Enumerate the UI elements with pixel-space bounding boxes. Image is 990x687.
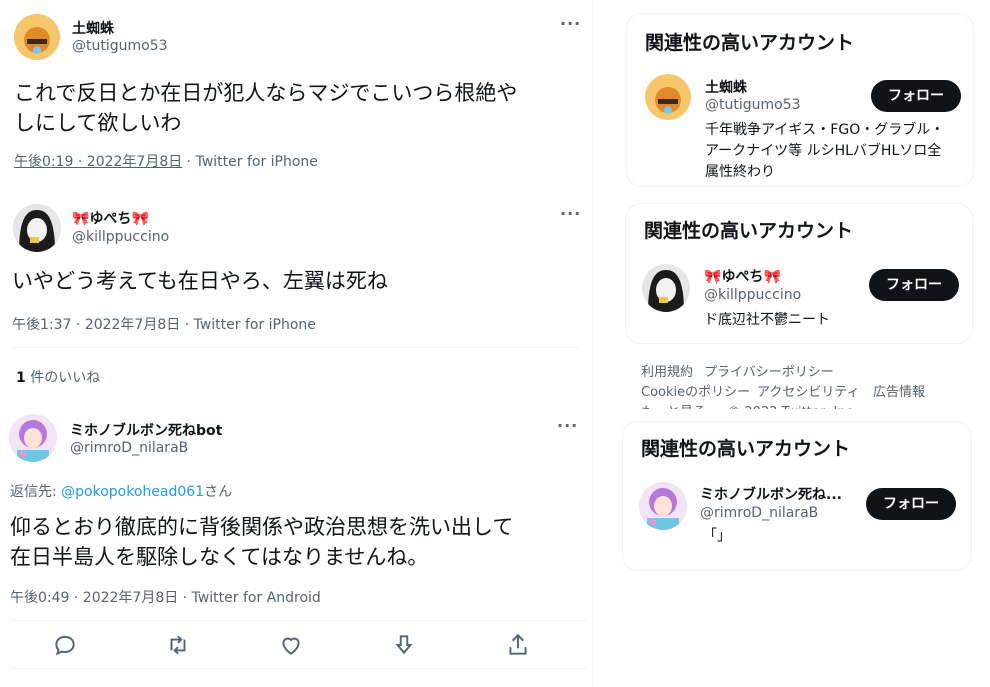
- tweet-text-line: いやどう考えても在日やろ、左翼は死ね: [12, 269, 388, 293]
- account-bio: ド底辺社不鬱ニート: [704, 310, 964, 331]
- account-name[interactable]: 🎀ゆぺち🎀: [704, 266, 781, 286]
- bio-line: 千年戦争アイギス・FGO・グラブル・: [705, 122, 945, 138]
- divider: [10, 620, 586, 621]
- account-handle[interactable]: @rimroD_nilaraB: [700, 505, 818, 521]
- divider: [10, 668, 586, 669]
- display-name[interactable]: ミホノブルボン死ねbot: [70, 420, 222, 440]
- tweet-1[interactable]: 土蜘蛛 @tutigumo53 ··· これで反日とか在日が犯人ならマジでこいつ…: [0, 0, 592, 185]
- display-name-text: ゆぺち: [89, 211, 132, 227]
- tweet-text: これで反日とか在日が犯人ならマジでこいつら根絶や しにして欲しいわ: [14, 78, 584, 138]
- tweet-text-line: 在日半島人を駆除しなくてはなりませんね。: [10, 545, 429, 569]
- account-bio: 千年戦争アイギス・FGO・グラブル・ アークナイツ等 ルシHLバブHLソロ全 属…: [705, 120, 965, 183]
- tweet-3[interactable]: ミホノブルボン死ねbot @rimroD_nilaraB ··· 返信先: @p…: [0, 406, 592, 687]
- tweet-text: いやどう考えても在日やろ、左翼は死ね: [12, 266, 582, 296]
- likes-label: 件のいいね: [25, 370, 101, 386]
- tweet-text: 仰るとおり徹底的に背後関係や政治思想を洗い出して 在日半島人を駆除しなくてはなり…: [10, 512, 585, 572]
- tweet-timestamp-link[interactable]: 午後0:19 · 2022年7月8日: [14, 154, 182, 170]
- tweet-meta: 午後1:37 · 2022年7月8日 · Twitter for iPhone: [12, 314, 316, 334]
- ribbon-icon: 🎀: [704, 269, 722, 285]
- column-divider: [592, 0, 593, 687]
- tweet-meta: 午後0:19 · 2022年7月8日 · Twitter for iPhone: [14, 151, 318, 171]
- related-accounts-card: 関連性の高いアカウント ミホノブルボン死ね... @rimroD_nilaraB…: [622, 421, 972, 571]
- tweet-2[interactable]: 🎀ゆぺち🎀 @killppuccino ··· いやどう考えても在日やろ、左翼は…: [0, 192, 592, 398]
- user-handle[interactable]: @tutigumo53: [72, 38, 168, 54]
- share-icon[interactable]: [505, 632, 531, 658]
- likes-link[interactable]: 1 件のいいね: [16, 367, 100, 387]
- accessibility-link[interactable]: アクセシビリティ: [757, 381, 860, 400]
- likes-count: 1: [16, 370, 26, 386]
- terms-link[interactable]: 利用規約: [641, 361, 693, 380]
- account-handle[interactable]: @killppuccino: [704, 287, 801, 303]
- reply-icon[interactable]: [52, 632, 78, 658]
- tweet-text-line: 仰るとおり徹底的に背後関係や政治思想を洗い出して: [10, 515, 514, 539]
- user-handle[interactable]: @killppuccino: [72, 229, 169, 245]
- tweet-source[interactable]: · Twitter for iPhone: [182, 154, 318, 170]
- more-options-button[interactable]: ···: [560, 204, 581, 223]
- display-name[interactable]: 土蜘蛛: [72, 18, 114, 38]
- avatar[interactable]: [645, 74, 691, 120]
- bio-line: アークナイツ等 ルシHLバブHLソロ全: [705, 143, 942, 159]
- account-handle[interactable]: @tutigumo53: [705, 97, 801, 113]
- account-bio: 「」: [703, 526, 953, 547]
- avatar[interactable]: [642, 264, 690, 312]
- reply-to-link[interactable]: @pokopokohead061: [61, 484, 204, 500]
- follow-button[interactable]: フォロー: [869, 269, 959, 301]
- follow-button[interactable]: フォロー: [866, 488, 956, 520]
- bio-line: 属性終わり: [705, 164, 775, 180]
- tweet-text-line: これで反日とか在日が犯人ならマジでこいつら根絶や: [14, 81, 518, 105]
- follow-button[interactable]: フォロー: [871, 80, 961, 112]
- account-name[interactable]: 土蜘蛛: [705, 77, 747, 97]
- tweet-source[interactable]: · Twitter for Android: [178, 590, 321, 606]
- related-accounts-card: 関連性の高いアカウント 土蜘蛛 @tutigumo53 フォロー 千年戦争アイギ…: [626, 13, 974, 187]
- avatar[interactable]: [9, 414, 57, 462]
- ribbon-icon: 🎀: [131, 211, 149, 227]
- tweet-meta: 午後0:49 · 2022年7月8日 · Twitter for Android: [10, 587, 321, 607]
- card-title: 関連性の高いアカウント: [641, 438, 851, 460]
- like-icon[interactable]: [278, 632, 304, 658]
- bio-line: ド底辺社不鬱ニート: [704, 312, 830, 328]
- ribbon-icon: 🎀: [72, 211, 90, 227]
- bookmark-icon[interactable]: [391, 632, 417, 658]
- tweet-timestamp-link[interactable]: 午後1:37 · 2022年7月8日: [12, 317, 180, 333]
- card-title: 関連性の高いアカウント: [644, 220, 854, 242]
- ribbon-icon: 🎀: [763, 269, 781, 285]
- account-name-text: ゆぺち: [721, 269, 764, 285]
- display-name[interactable]: 🎀ゆぺち🎀: [72, 208, 149, 228]
- retweet-icon[interactable]: [165, 632, 191, 658]
- cookie-link[interactable]: Cookieのポリシー: [641, 381, 750, 400]
- reply-suffix: さん: [204, 484, 233, 500]
- footer-links: 利用規約 プライバシーポリシー Cookieのポリシー アクセシビリティ 広告情…: [640, 359, 980, 409]
- tweet-text-line: しにして欲しいわ: [14, 111, 182, 135]
- tweet-source[interactable]: · Twitter for iPhone: [180, 317, 316, 333]
- privacy-link[interactable]: プライバシーポリシー: [704, 361, 834, 380]
- related-accounts-card: 関連性の高いアカウント 🎀ゆぺち🎀 @killppuccino フォロー ド底辺…: [625, 203, 973, 344]
- account-name[interactable]: ミホノブルボン死ね...: [700, 484, 860, 504]
- user-handle[interactable]: @rimroD_nilaraB: [70, 440, 188, 456]
- more-footer-link[interactable]: もっと見る … © 2022 Twitter, Inc.: [641, 401, 857, 409]
- card-title: 関連性の高いアカウント: [645, 32, 855, 54]
- avatar[interactable]: [639, 482, 687, 530]
- more-options-button[interactable]: ···: [557, 416, 578, 435]
- bio-line: 「」: [703, 528, 731, 544]
- more-options-button[interactable]: ···: [560, 14, 581, 33]
- reply-prefix: 返信先:: [10, 484, 62, 500]
- tweet-timestamp-link[interactable]: 午後0:49 · 2022年7月8日: [10, 590, 178, 606]
- avatar[interactable]: [13, 204, 61, 252]
- ads-link[interactable]: 広告情報: [873, 381, 925, 400]
- avatar[interactable]: [14, 14, 60, 60]
- divider: [12, 347, 578, 348]
- reply-context: 返信先: @pokopokohead061さん: [10, 481, 232, 501]
